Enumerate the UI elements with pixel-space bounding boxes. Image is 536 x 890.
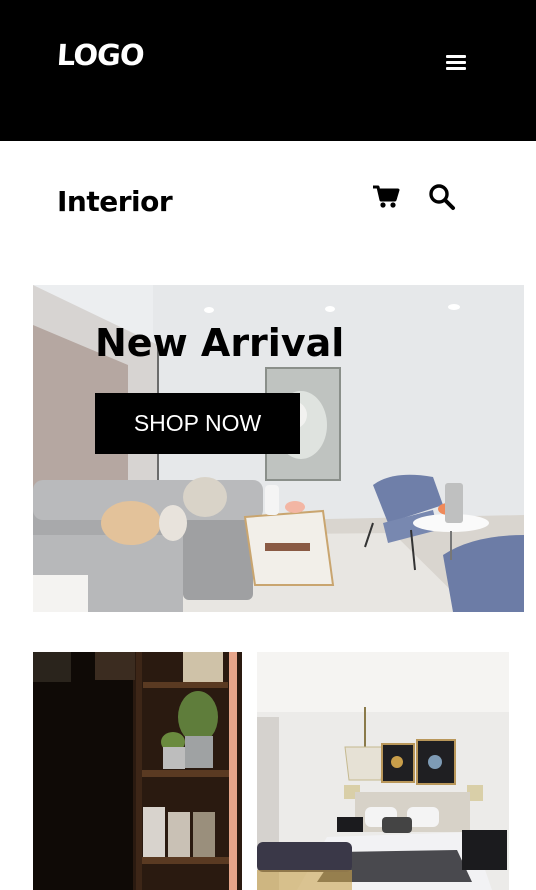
brand-title: Interior [57, 185, 173, 218]
top-header: LOGO [0, 0, 536, 141]
hamburger-menu-icon[interactable] [446, 55, 466, 71]
logo[interactable]: LOGO [56, 38, 145, 72]
search-icon[interactable] [428, 183, 456, 211]
shop-now-button[interactable]: SHOP NOW [95, 393, 300, 454]
card-bedroom[interactable] [257, 652, 509, 890]
card-kitchen[interactable] [33, 652, 242, 890]
hero-title: New Arrival [95, 321, 345, 365]
shopping-cart-icon[interactable] [372, 184, 400, 210]
hero-banner: New Arrival SHOP NOW [33, 285, 524, 612]
bedroom-photo [257, 652, 509, 890]
kitchen-shelf-photo [33, 652, 242, 890]
